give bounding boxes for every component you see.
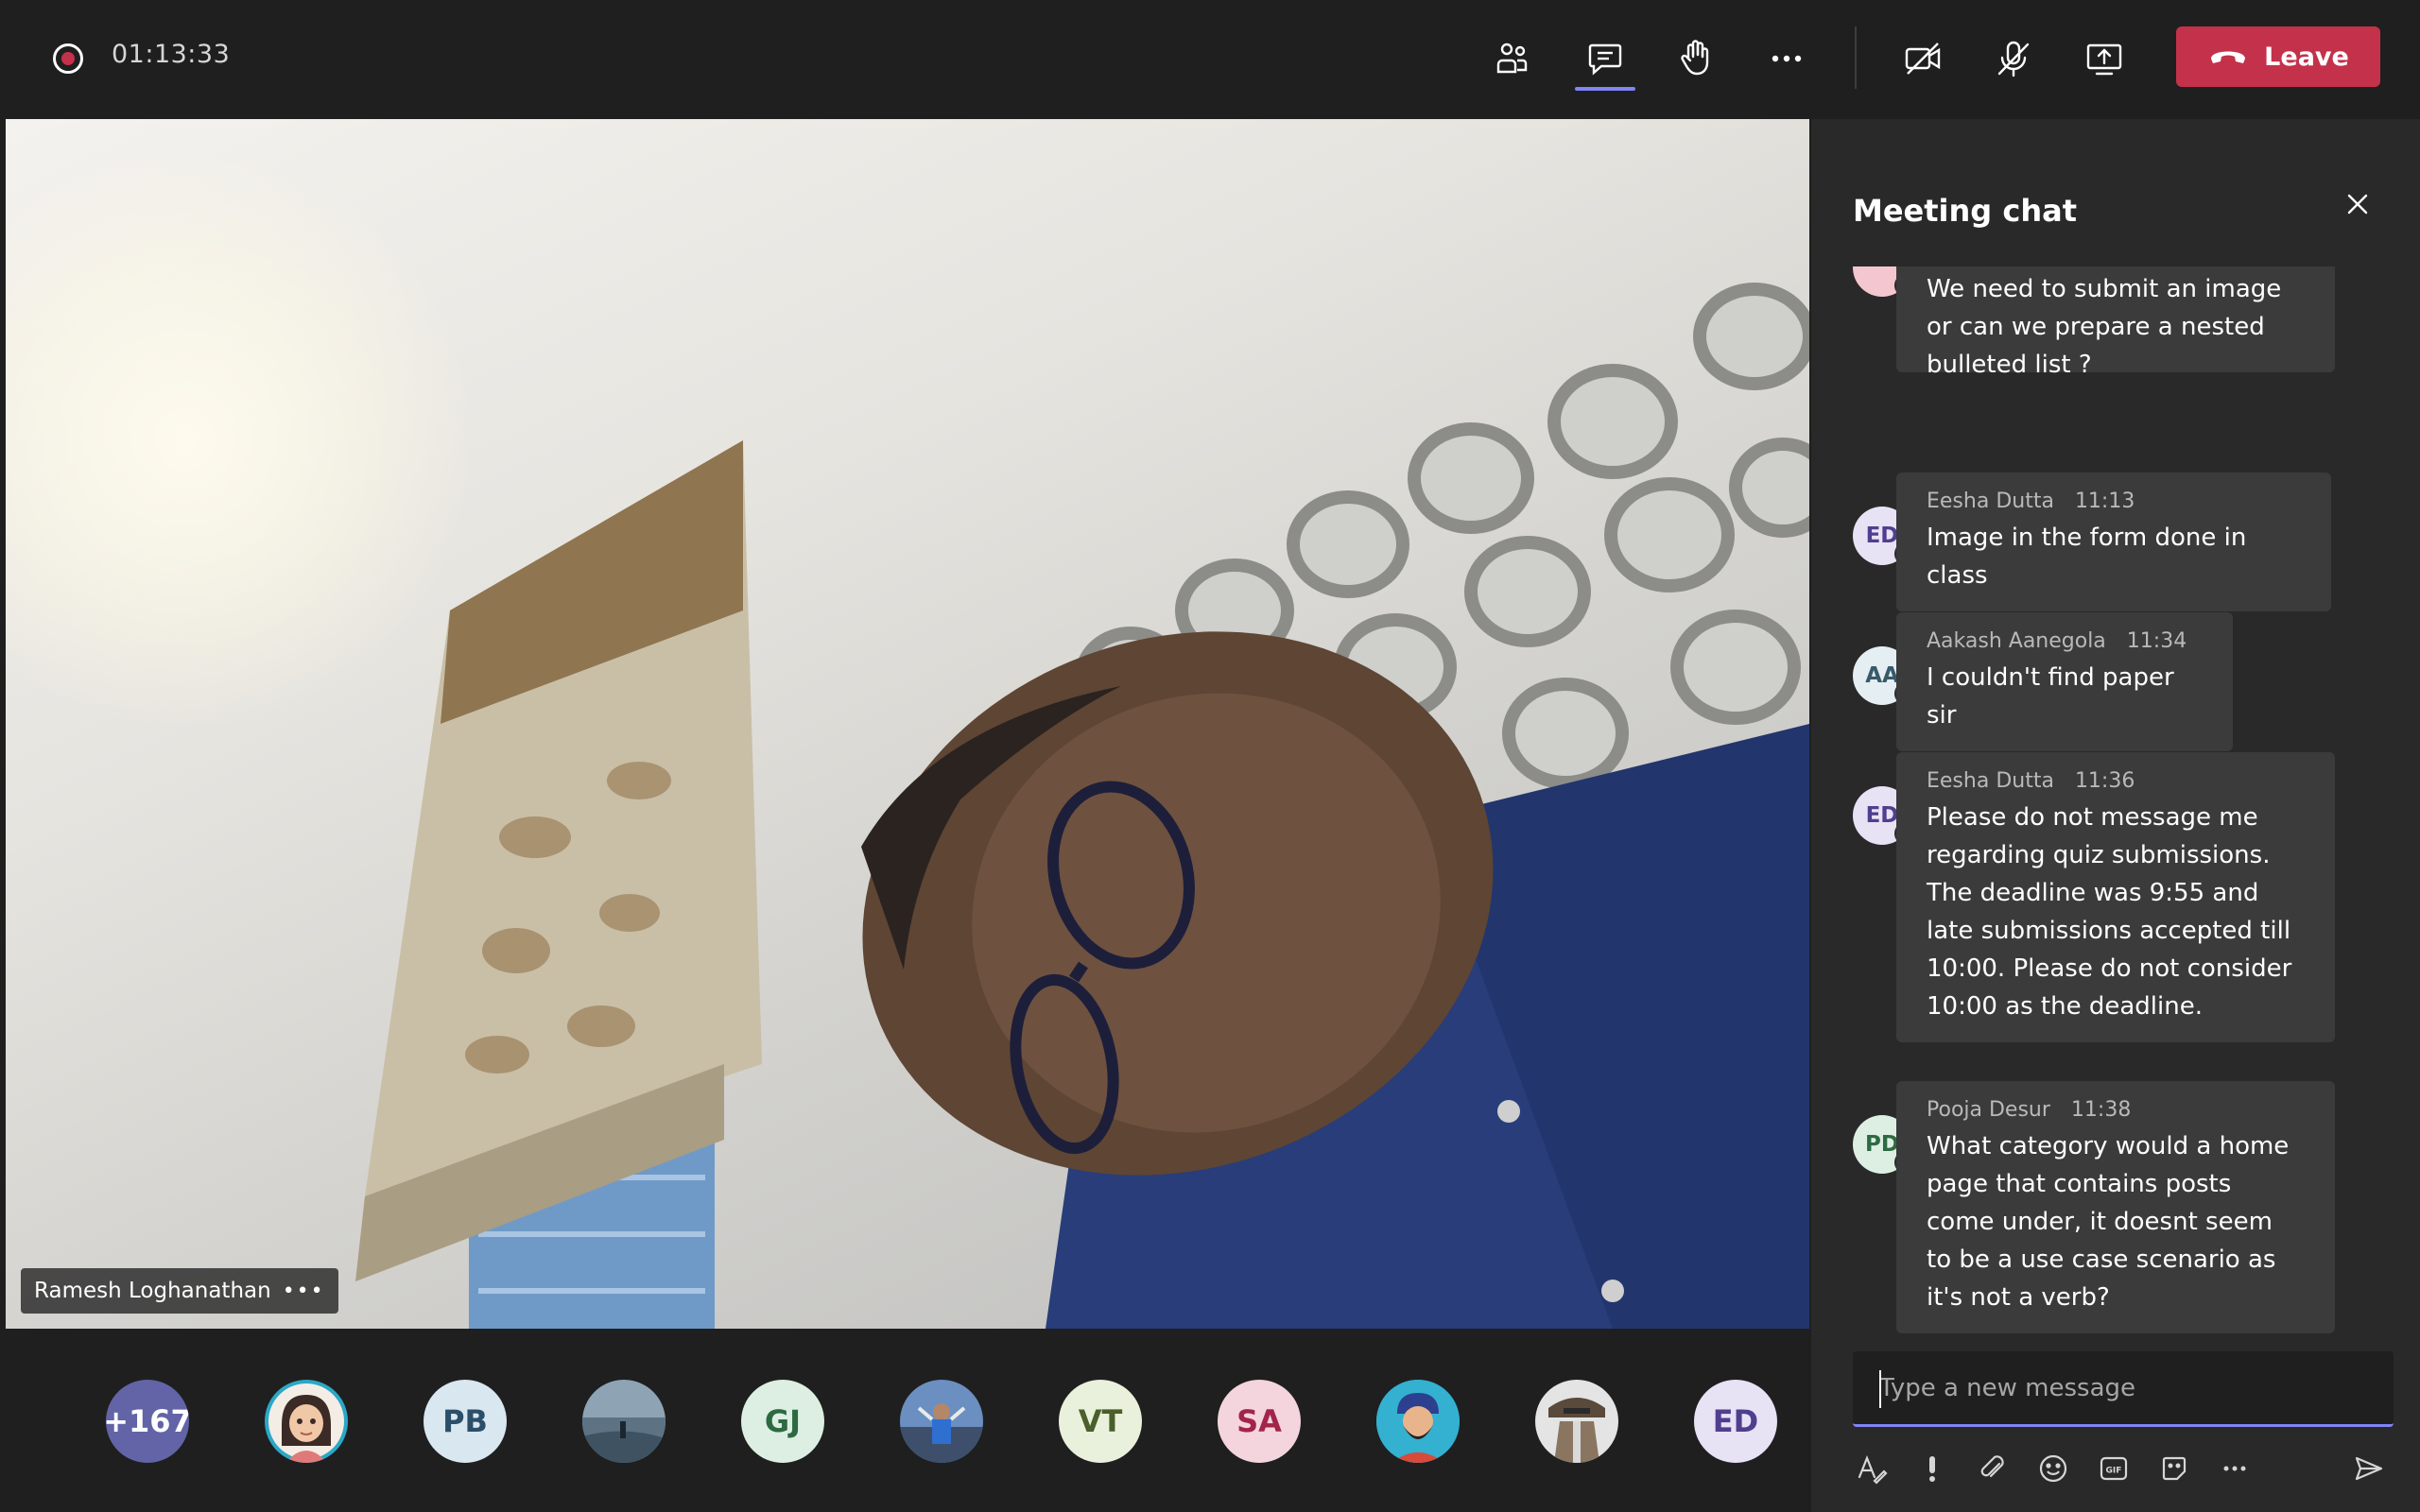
more-icon[interactable] — [2216, 1450, 2254, 1487]
meeting-toolbar: 01:13:33 Leave — [0, 0, 2420, 117]
share-screen-icon[interactable] — [2074, 28, 2135, 89]
avatar[interactable]: VT — [1059, 1380, 1142, 1463]
message-text: I couldn't find paper sir — [1927, 663, 2174, 730]
message-meta: Aakash Aanegola 11:34 — [1927, 629, 2203, 653]
compose-box[interactable] — [1853, 1351, 2394, 1427]
video-frame — [355, 283, 1809, 1329]
gif-icon[interactable]: GIF — [2095, 1450, 2133, 1487]
mic-off-icon[interactable] — [1983, 28, 2044, 89]
message-bubble[interactable]: Pooja Desur 11:38 What category would a h… — [1896, 1081, 2335, 1333]
meeting-chat-panel: Meeting chat We need to submit an image … — [1811, 119, 2420, 1512]
text-caret — [1879, 1370, 1881, 1408]
avatar[interactable]: ED — [1694, 1380, 1777, 1463]
message-time: 11:34 — [2126, 629, 2187, 653]
message-text: We need to submit an image or can we pre… — [1927, 275, 2282, 379]
more-icon[interactable]: ••• — [283, 1280, 325, 1303]
message-time: 11:38 — [2070, 1098, 2132, 1122]
avatar[interactable] — [1535, 1380, 1618, 1463]
participant-name: Ramesh Loghanathan — [34, 1279, 271, 1303]
close-icon[interactable] — [2335, 181, 2380, 227]
avatar[interactable] — [1376, 1380, 1460, 1463]
avatar[interactable] — [900, 1380, 983, 1463]
camera-off-icon[interactable] — [1893, 28, 1953, 89]
message-meta: Eesha Dutta 11:13 — [1927, 490, 2301, 513]
raise-hand-icon[interactable] — [1666, 28, 1726, 89]
leave-label: Leave — [2264, 42, 2349, 72]
message-text: What category would a home page that con… — [1927, 1132, 2290, 1312]
participant-strip: +167 PB GJ VT SA ED — [0, 1331, 1811, 1512]
avatar[interactable]: GJ — [741, 1380, 824, 1463]
chat-active-indicator — [1575, 87, 1635, 91]
sticker-icon[interactable] — [2155, 1450, 2193, 1487]
svg-text:GIF: GIF — [2106, 1467, 2122, 1476]
message-bubble[interactable]: Aakash Aanegola 11:34 I couldn't find pap… — [1896, 612, 2233, 751]
message-text: Image in the form done in class — [1927, 524, 2247, 590]
chat-title: Meeting chat — [1853, 193, 2077, 229]
message-bubble[interactable]: Eesha Dutta 11:13 Image in the form done … — [1896, 472, 2331, 611]
message-bubble[interactable]: We need to submit an image or can we pre… — [1896, 266, 2335, 379]
message-meta: Pooja Desur 11:38 — [1927, 1098, 2305, 1122]
more-icon[interactable] — [1756, 28, 1817, 89]
format-icon[interactable] — [1853, 1450, 1891, 1487]
avatar[interactable]: PB — [424, 1380, 507, 1463]
overflow-participants-badge[interactable]: +167 — [106, 1380, 189, 1463]
message-input[interactable] — [1879, 1373, 2367, 1402]
message-meta: Eesha Dutta 11:36 — [1927, 769, 2305, 793]
people-icon[interactable] — [1482, 28, 1543, 89]
chat-icon[interactable] — [1575, 28, 1635, 89]
avatar[interactable]: SA — [1218, 1380, 1301, 1463]
message-time: 11:13 — [2074, 490, 2135, 513]
recording-icon — [53, 43, 83, 74]
message-text: Please do not message me regarding quiz … — [1927, 803, 2292, 1021]
avatar[interactable] — [265, 1380, 348, 1463]
message-bubble[interactable]: Eesha Dutta 11:36 Please do not message m… — [1896, 752, 2335, 1042]
meeting-timer: 01:13:33 — [112, 40, 231, 69]
participant-video: Ramesh Loghanathan ••• — [6, 119, 1809, 1329]
attach-icon[interactable] — [1974, 1450, 2012, 1487]
avatar[interactable] — [582, 1380, 666, 1463]
leave-button[interactable]: Leave — [2176, 26, 2380, 87]
message-author: Aakash Aanegola — [1927, 629, 2106, 653]
chat-message-list: We need to submit an image or can we pre… — [1811, 266, 2420, 1419]
phone-hangup-icon — [2211, 51, 2246, 63]
message-author: Pooja Desur — [1927, 1098, 2050, 1122]
message-time: 11:36 — [2074, 769, 2135, 793]
message-author: Eesha Dutta — [1927, 490, 2054, 513]
message-author: Eesha Dutta — [1927, 769, 2054, 793]
compose-toolbar: GIF — [1853, 1442, 2394, 1495]
participant-name-tag[interactable]: Ramesh Loghanathan ••• — [21, 1268, 338, 1314]
send-icon[interactable] — [2350, 1450, 2388, 1487]
important-icon[interactable] — [1913, 1450, 1951, 1487]
emoji-icon[interactable] — [2034, 1450, 2072, 1487]
toolbar-divider — [1855, 26, 1857, 89]
